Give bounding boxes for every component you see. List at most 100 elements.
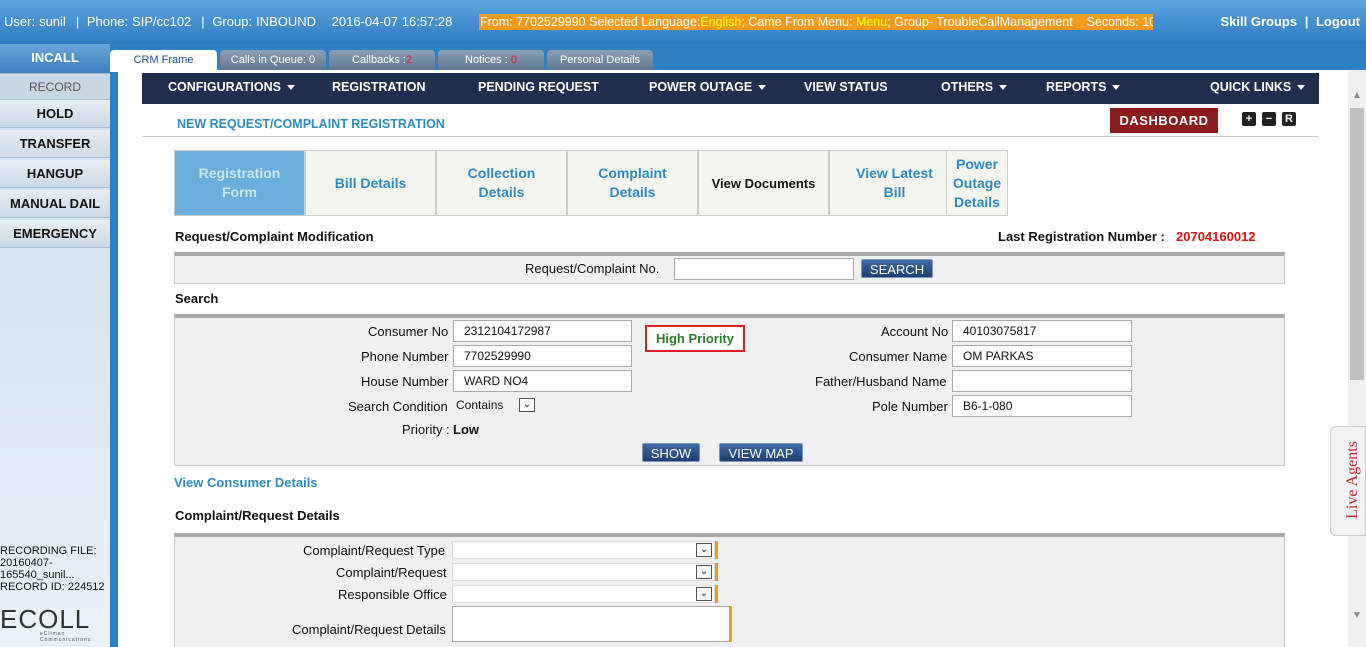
request-no-label: Request/Complaint No.	[525, 261, 660, 276]
father-name-input[interactable]	[952, 370, 1132, 392]
vertical-scrollbar[interactable]: ▲ ▼	[1348, 70, 1366, 647]
menu-quick-links[interactable]: QUICK LINKS	[1210, 80, 1306, 94]
record-button[interactable]: RECORD	[0, 74, 110, 100]
info-from: From: 7702529990 Selected Language:	[480, 15, 701, 29]
rec-file-line2: 165540_sunil...	[0, 569, 75, 581]
chevron-down-icon: ⌄	[519, 398, 535, 412]
callbacks-count: 2	[405, 54, 412, 66]
consumer-name-input[interactable]: OM PARKAS	[952, 345, 1132, 367]
chevron-down-icon	[1112, 85, 1121, 91]
priority-value: Low	[453, 422, 479, 437]
house-number-input[interactable]: WARD NO4	[453, 370, 632, 392]
scroll-up-icon[interactable]: ▲	[1352, 90, 1362, 101]
tab-callbacks[interactable]: Callbacks :2	[329, 50, 435, 70]
plus-icon[interactable]: +	[1242, 112, 1256, 126]
required-marker	[715, 541, 718, 559]
user-label: User:	[4, 14, 36, 29]
page-title: NEW REQUEST/COMPLAINT REGISTRATION	[177, 117, 445, 131]
callbacks-label: Callbacks :	[352, 54, 406, 66]
pole-number-input[interactable]: B6-1-080	[952, 395, 1132, 417]
live-agents-tab[interactable]: Live Agents	[1330, 426, 1366, 536]
complaint-type-select[interactable]: ⌄	[452, 541, 715, 559]
menu-view-status[interactable]: VIEW STATUS	[804, 80, 888, 94]
last-registration-number: 20704160012	[1176, 229, 1256, 244]
dashboard-button[interactable]: DASHBOARD	[1110, 108, 1218, 133]
required-marker	[715, 563, 718, 581]
minus-icon[interactable]: −	[1262, 112, 1276, 126]
search-button[interactable]: SEARCH	[861, 259, 933, 278]
manual-dial-button[interactable]: MANUAL DAIL	[0, 190, 110, 218]
live-agents-label: Live Agents	[1344, 441, 1361, 519]
menu-power-outage[interactable]: POWER OUTAGE	[649, 80, 767, 94]
chevron-down-icon	[286, 85, 295, 91]
menu-reports[interactable]: REPORTS	[1046, 80, 1121, 94]
complaint-details-label: Complaint/Request Details	[292, 622, 446, 637]
last-registration-label: Last Registration Number :	[998, 229, 1165, 244]
tab-crm-frame[interactable]: CRM Frame	[110, 50, 217, 72]
refresh-icon[interactable]: R	[1282, 112, 1296, 126]
tab-notices[interactable]: Notices : 0	[438, 50, 544, 70]
chevron-down-icon: ⌄	[696, 543, 712, 557]
subtab-view-latest-bill[interactable]: View Latest Bill	[829, 150, 960, 216]
hold-button[interactable]: HOLD	[0, 100, 110, 128]
view-map-button[interactable]: VIEW MAP	[719, 443, 803, 462]
subtab-registration-form[interactable]: Registration Form	[174, 150, 305, 216]
menu-others[interactable]: OTHERS	[941, 80, 1008, 94]
crm-frame: CONFIGURATIONS REGISTRATION PENDING REQU…	[118, 70, 1348, 647]
scroll-thumb[interactable]	[1350, 108, 1364, 380]
subtab-label: Power	[955, 155, 998, 172]
search-condition-dropdown[interactable]: ⌄	[516, 397, 537, 415]
notices-label: Notices :	[465, 54, 511, 66]
tab-personal-details[interactable]: Personal Details	[547, 50, 653, 70]
subtab-view-documents[interactable]: View Documents	[698, 150, 829, 216]
consumer-no-input[interactable]: 2312104172987	[453, 320, 632, 342]
required-marker	[715, 585, 718, 603]
phone-number-input[interactable]: 7702529990	[453, 345, 632, 367]
complaint-details-title: Complaint/Request Details	[175, 508, 340, 523]
account-no-label: Account No	[881, 324, 949, 339]
subtab-bill-details[interactable]: Bill Details	[305, 150, 436, 216]
tab-calls-in-queue[interactable]: Calls in Queue: 0	[220, 50, 326, 70]
scroll-down-icon[interactable]: ▼	[1352, 610, 1362, 621]
logout-link[interactable]: Logout	[1316, 14, 1360, 29]
subtab-label: Details	[478, 184, 525, 200]
high-priority-badge: High Priority	[645, 325, 745, 352]
emergency-button[interactable]: EMERGENCY	[0, 220, 110, 248]
menu-others-label: OTHERS	[941, 80, 994, 94]
group-value: INBOUND	[256, 14, 317, 29]
menu-power-outage-label: POWER OUTAGE	[649, 80, 753, 94]
transfer-button[interactable]: TRANSFER	[0, 130, 110, 158]
info-rest: ; Group- TroubleCallManagement Seconds:	[887, 15, 1143, 29]
menu-registration[interactable]: REGISTRATION	[332, 80, 426, 94]
user-value: sunil	[39, 14, 66, 29]
group-label: Group:	[212, 14, 253, 29]
hangup-button[interactable]: HANGUP	[0, 160, 110, 188]
ecoll-logo: ECOLL eClimax Communications	[0, 604, 110, 643]
info-lang: English	[700, 15, 742, 29]
search-title: Search	[175, 291, 219, 306]
complaint-request-select[interactable]: ⌄	[452, 563, 715, 581]
menu-configurations[interactable]: CONFIGURATIONS	[168, 80, 295, 94]
datetime: 2016-04-07 16:57:28	[331, 14, 453, 29]
view-consumer-details-link[interactable]: View Consumer Details	[174, 475, 318, 490]
menu-pending-request[interactable]: PENDING REQUEST	[478, 80, 599, 94]
chevron-down-icon: ⌄	[696, 587, 712, 601]
search-condition-select[interactable]: Contains	[456, 398, 503, 412]
request-no-input[interactable]	[674, 258, 854, 280]
logo-text: ECOLL	[0, 604, 91, 634]
house-number-label: House Number	[361, 374, 449, 389]
incall-button[interactable]: INCALL	[0, 44, 110, 74]
left-panel: INCALL RECORD HOLD TRANSFER HANGUP MANUA…	[0, 44, 110, 647]
subtab-label: Bill	[883, 184, 906, 200]
show-button[interactable]: SHOW	[642, 443, 700, 462]
subtab-complaint-details[interactable]: Complaint Details	[567, 150, 698, 216]
skill-groups-link[interactable]: Skill Groups	[1220, 14, 1297, 29]
top-bar: User: sunil | Phone: SIP/cc102 | Group: INBOU…	[0, 0, 1366, 44]
account-no-input[interactable]: 40103075817	[952, 320, 1132, 342]
complaint-details-textarea[interactable]	[452, 606, 731, 642]
subtab-power-outage-details[interactable]: Power Outage Details	[946, 150, 1008, 216]
chevron-down-icon	[999, 85, 1008, 91]
subtab-collection-details[interactable]: Collection Details	[436, 150, 567, 216]
complaint-request-label: Complaint/Request	[336, 565, 447, 580]
responsible-office-select[interactable]: ⌄	[452, 585, 715, 603]
